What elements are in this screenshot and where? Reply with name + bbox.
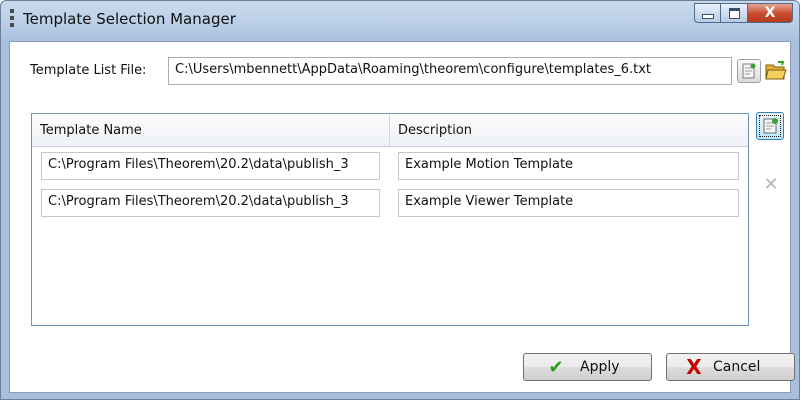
dialog-window: Template Selection Manager X Template Li…	[0, 0, 800, 400]
maximize-button[interactable]	[721, 3, 748, 23]
maximize-icon	[728, 7, 740, 19]
template-table: Template Name Description C:\Program Fil…	[31, 113, 749, 326]
title-bar[interactable]: Template Selection Manager X	[1, 1, 799, 41]
delete-template-button[interactable]: ✕	[759, 172, 783, 196]
column-divider[interactable]	[389, 114, 390, 146]
table-header: Template Name Description	[32, 114, 748, 147]
window-controls: X	[694, 3, 793, 23]
description-cell[interactable]: Example Viewer Template	[398, 189, 739, 217]
apply-button[interactable]: ✔ Apply	[523, 353, 652, 381]
window-title: Template Selection Manager	[23, 10, 236, 28]
delete-row-icon: ✕	[763, 173, 779, 195]
add-row-icon	[763, 118, 778, 134]
open-folder-icon	[765, 61, 787, 80]
close-icon: X	[764, 5, 776, 21]
new-list-file-button[interactable]	[737, 59, 761, 83]
checkmark-icon: ✔	[548, 356, 564, 378]
column-header-template-name[interactable]: Template Name	[40, 123, 142, 138]
cancel-button[interactable]: X Cancel	[666, 353, 795, 381]
template-name-cell[interactable]: C:\Program Files\Theorem\20.2\data\publi…	[41, 189, 380, 217]
minimize-icon	[701, 13, 714, 19]
close-button[interactable]: X	[748, 3, 793, 23]
open-list-file-button[interactable]	[764, 59, 788, 83]
minimize-button[interactable]	[694, 3, 721, 23]
template-name-cell[interactable]: C:\Program Files\Theorem\20.2\data\publi…	[41, 152, 380, 180]
new-file-icon	[742, 63, 756, 79]
cancel-button-label: Cancel	[713, 359, 761, 375]
template-list-file-label: Template List File:	[30, 63, 147, 78]
dialog-content: Template List File: C:\Users\mbennett\Ap…	[9, 41, 795, 393]
app-menu-icon[interactable]	[10, 9, 14, 27]
cancel-x-icon: X	[686, 355, 702, 379]
add-template-button[interactable]	[756, 112, 784, 140]
description-cell[interactable]: Example Motion Template	[398, 152, 739, 180]
apply-button-label: Apply	[580, 359, 620, 375]
column-header-description[interactable]: Description	[398, 123, 472, 138]
template-list-file-input[interactable]: C:\Users\mbennett\AppData\Roaming\theore…	[168, 57, 732, 85]
